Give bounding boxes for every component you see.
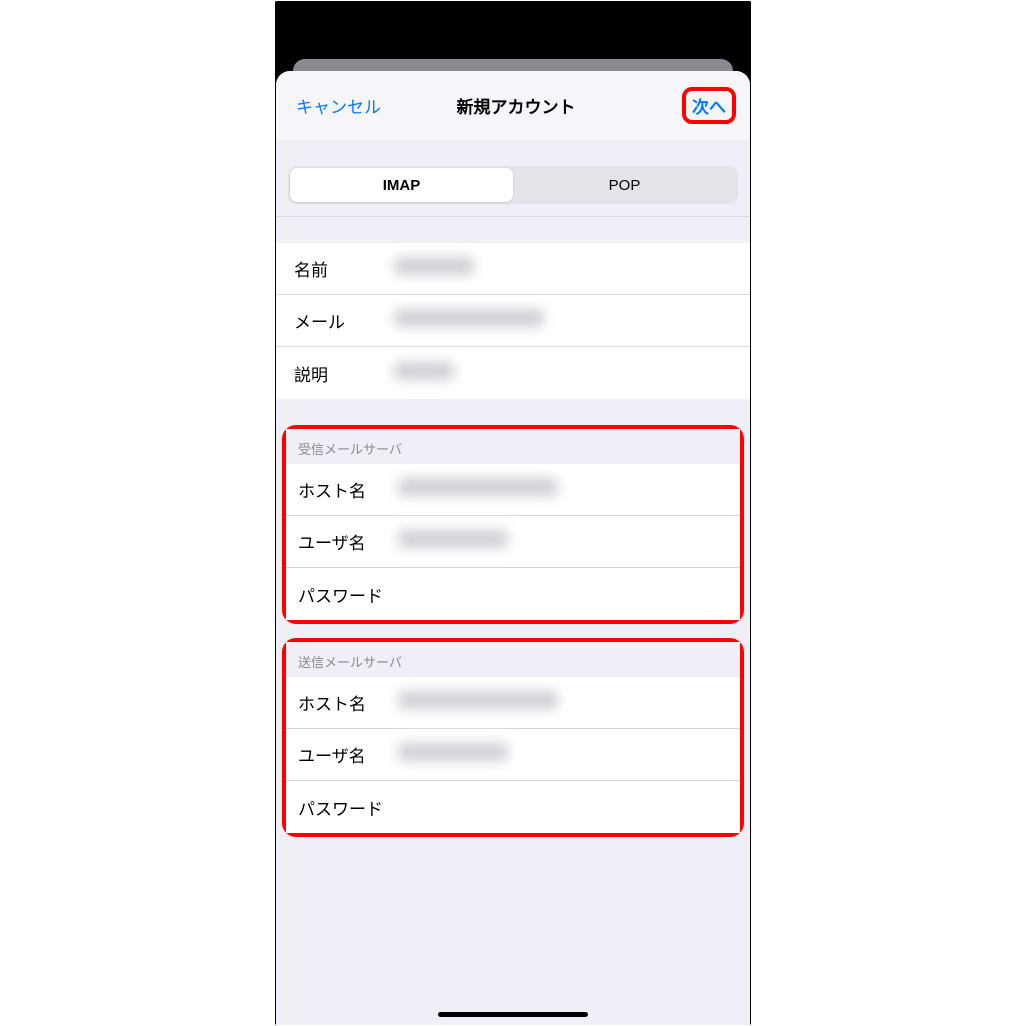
- email-row[interactable]: メール: [276, 295, 750, 347]
- outgoing-server-group: ホスト名 ユーザ名 パスワード: [286, 677, 740, 833]
- modal-sheet: キャンセル 新規アカウント 次へ IMAP POP 名前 メール: [276, 71, 750, 1025]
- outgoing-pass-label: パスワード: [298, 795, 398, 820]
- outgoing-host-label: ホスト名: [298, 690, 398, 715]
- incoming-user-value: [398, 530, 728, 553]
- group-spacer: [276, 399, 750, 425]
- next-button-highlight: 次へ: [682, 87, 736, 124]
- outgoing-user-value: [398, 743, 728, 766]
- incoming-header: 受信メールサーバ: [286, 429, 740, 464]
- outgoing-server-highlight: 送信メールサーバ ホスト名 ユーザ名 パスワード: [282, 638, 744, 837]
- outgoing-header: 送信メールサーバ: [286, 642, 740, 677]
- outgoing-user-row[interactable]: ユーザ名: [286, 729, 740, 781]
- incoming-host-row[interactable]: ホスト名: [286, 464, 740, 516]
- description-row[interactable]: 説明: [276, 347, 750, 399]
- name-label: 名前: [294, 256, 394, 281]
- status-bar: [275, 1, 751, 59]
- nav-bar: キャンセル 新規アカウント 次へ: [276, 71, 750, 140]
- email-label: メール: [294, 308, 394, 333]
- incoming-user-row[interactable]: ユーザ名: [286, 516, 740, 568]
- group-spacer: [276, 217, 750, 243]
- next-button[interactable]: 次へ: [692, 98, 726, 117]
- name-value: [394, 257, 732, 280]
- outgoing-host-row[interactable]: ホスト名: [286, 677, 740, 729]
- tab-pop[interactable]: POP: [513, 168, 736, 202]
- phone-frame: キャンセル 新規アカウント 次へ IMAP POP 名前 メール: [275, 1, 751, 1025]
- outgoing-host-value: [398, 691, 728, 714]
- incoming-pass-label: パスワード: [298, 582, 398, 607]
- name-row[interactable]: 名前: [276, 243, 750, 295]
- home-indicator: [438, 1012, 588, 1017]
- protocol-segment: IMAP POP: [288, 166, 738, 204]
- sheet-background-peek: [293, 59, 733, 71]
- incoming-server-group: ホスト名 ユーザ名 パスワード: [286, 464, 740, 620]
- incoming-host-label: ホスト名: [298, 477, 398, 502]
- incoming-host-value: [398, 478, 728, 501]
- incoming-server-highlight: 受信メールサーバ ホスト名 ユーザ名 パスワード: [282, 425, 744, 624]
- email-value: [394, 309, 732, 332]
- group-spacer: [276, 624, 750, 638]
- outgoing-pass-row[interactable]: パスワード: [286, 781, 740, 833]
- protocol-segment-container: IMAP POP: [276, 140, 750, 217]
- incoming-user-label: ユーザ名: [298, 529, 398, 554]
- incoming-pass-row[interactable]: パスワード: [286, 568, 740, 620]
- cancel-button[interactable]: キャンセル: [296, 93, 434, 118]
- tab-imap[interactable]: IMAP: [290, 168, 513, 202]
- page-title: 新規アカウント: [434, 93, 599, 118]
- bottom-space: [276, 837, 750, 1025]
- outgoing-user-label: ユーザ名: [298, 742, 398, 767]
- description-label: 説明: [294, 361, 394, 386]
- description-value: [394, 362, 732, 385]
- account-info-group: 名前 メール 説明: [276, 243, 750, 399]
